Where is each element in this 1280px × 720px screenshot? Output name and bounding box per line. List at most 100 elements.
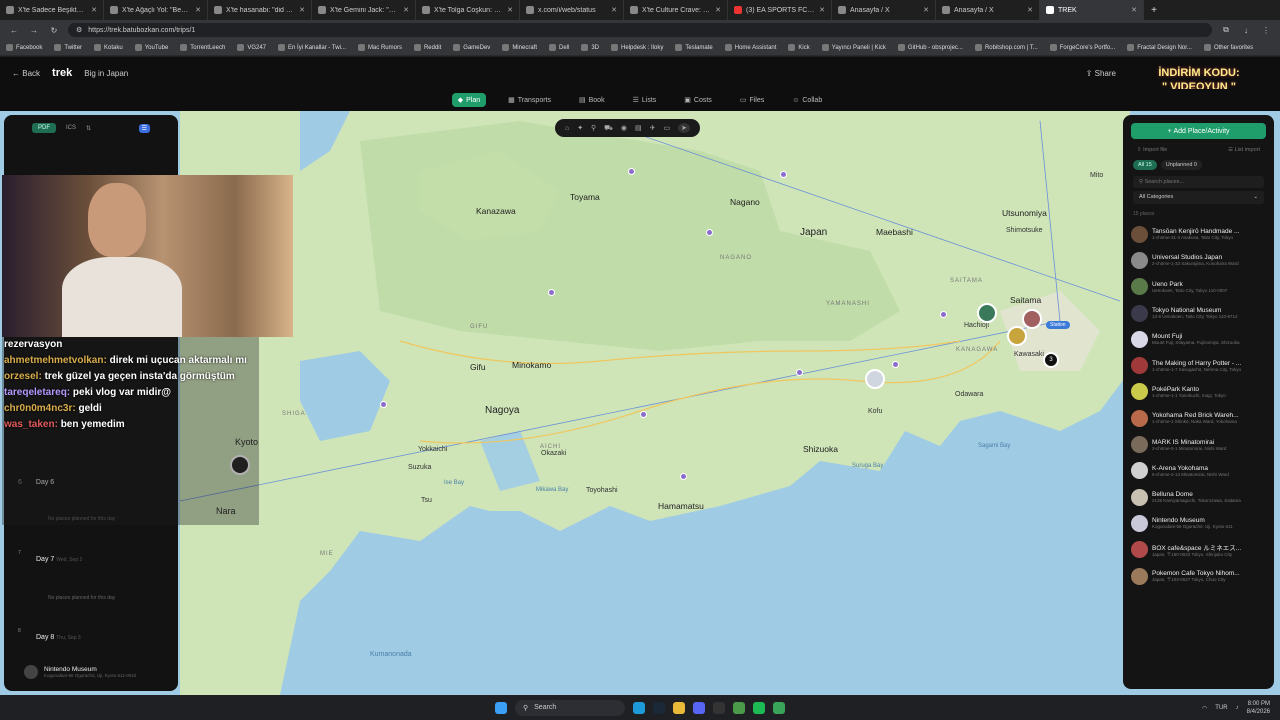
place-marker[interactable] bbox=[1007, 326, 1027, 346]
menu-icon[interactable]: ⋮ bbox=[1260, 26, 1272, 35]
list-import-button[interactable]: ☰ List import bbox=[1228, 147, 1260, 153]
station-badge[interactable]: Station bbox=[1046, 321, 1070, 329]
bookmark-item[interactable]: Mac Rumors bbox=[357, 44, 402, 51]
bookmark-item[interactable]: Kick bbox=[788, 44, 810, 51]
filter-unplanned[interactable]: Unplanned 0 bbox=[1160, 160, 1202, 170]
close-icon[interactable]: ✕ bbox=[611, 6, 617, 14]
spotify-icon[interactable] bbox=[753, 701, 765, 714]
bookmark-item[interactable]: Facebook bbox=[6, 44, 42, 51]
add-place-button[interactable]: + Add Place/Activity bbox=[1131, 123, 1266, 139]
sort-icon[interactable]: ⇅ bbox=[86, 125, 91, 132]
map-pin[interactable] bbox=[628, 168, 635, 175]
chrome-icon[interactable] bbox=[733, 701, 745, 714]
place-item[interactable]: BOX cafe&space ルミネエス... Japan, 〒160-0022 … bbox=[1123, 537, 1274, 563]
download-icon[interactable]: ↓ bbox=[1240, 26, 1252, 35]
wifi-icon[interactable]: ◠ bbox=[1202, 705, 1207, 712]
bookmark-item[interactable]: Teslamate bbox=[675, 44, 713, 51]
steam-icon[interactable] bbox=[653, 701, 665, 714]
place-item[interactable]: PokéPark Kanto 1-chōme-1-1 Yanokuchi, Ina… bbox=[1123, 379, 1274, 405]
browser-tab[interactable]: X'te Culture Crave: "Geo ✕ bbox=[624, 0, 728, 20]
map-pin[interactable] bbox=[680, 473, 687, 480]
filter-all[interactable]: All 15 bbox=[1133, 160, 1157, 170]
category-select[interactable]: All Categories ⌄ bbox=[1133, 191, 1264, 204]
discord-icon[interactable] bbox=[693, 701, 705, 714]
bookmark-item[interactable]: En İyi Kanallar - Twi... bbox=[278, 44, 346, 51]
close-icon[interactable]: ✕ bbox=[1131, 6, 1137, 14]
place-item[interactable]: Tokyo National Museum 13-9 Uenokoen, Tait… bbox=[1123, 300, 1274, 326]
close-icon[interactable]: ✕ bbox=[819, 6, 825, 14]
obs-icon[interactable] bbox=[713, 701, 725, 714]
close-icon[interactable]: ✕ bbox=[715, 6, 721, 14]
tab-plan[interactable]: ◆ Plan bbox=[451, 93, 487, 107]
share-button[interactable]: ⇪ Share bbox=[1086, 69, 1116, 78]
place-item[interactable]: Belluna Dome 2135 Kamiyamaguchi, Tokoroza… bbox=[1123, 484, 1274, 510]
bookmark-item[interactable]: GitHub - obsprojec... bbox=[897, 44, 963, 51]
camera-icon[interactable]: ◉ bbox=[621, 124, 627, 132]
ics-button[interactable]: ICS bbox=[66, 125, 76, 131]
plane-icon[interactable]: ✈ bbox=[650, 124, 656, 132]
day-row[interactable]: 8 Day 8 Thu, Sep 3 bbox=[18, 628, 81, 641]
itinerary-place[interactable]: Nintendo Museum Kogurudani-56 Ogurachō, U… bbox=[24, 665, 136, 679]
bookmark-item[interactable]: Other favorites bbox=[1203, 44, 1253, 51]
place-item[interactable]: K-Arena Yokohama 6-chōme-2-14 Minatomirai… bbox=[1123, 458, 1274, 484]
browser-tab[interactable]: X'te Ağaçlı Yol: "Beşiktaş, İlk✕ bbox=[104, 0, 208, 20]
bookmark-item[interactable]: Yayıncı Paneli | Kick bbox=[821, 44, 886, 51]
bed-icon[interactable]: ⌂ bbox=[565, 125, 569, 132]
map-pin[interactable] bbox=[640, 411, 647, 418]
place-item[interactable]: Mount Fuji Mount Fuji, Kitayama, Fujinomi… bbox=[1123, 326, 1274, 352]
windows-start-icon[interactable] bbox=[495, 701, 507, 714]
bookmark-item[interactable]: GameDev bbox=[453, 44, 490, 51]
place-item[interactable]: The Making of Harry Potter - ... 1-chōme-… bbox=[1123, 352, 1274, 378]
bookmark-item[interactable]: Twitter bbox=[54, 44, 82, 51]
bookmark-item[interactable]: Minecraft bbox=[502, 44, 537, 51]
place-item[interactable]: Ueno Park Uenokoen, Taito City, Tokyo 110… bbox=[1123, 274, 1274, 300]
place-item[interactable]: Pokemon Cafe Tokyo Nihom... Japan, 〒103-0… bbox=[1123, 563, 1274, 589]
browser-tab-active[interactable]: TREK ✕ bbox=[1040, 0, 1144, 20]
close-icon[interactable]: ✕ bbox=[403, 6, 409, 14]
folder-icon[interactable] bbox=[673, 701, 685, 714]
food-icon[interactable]: ✦ bbox=[577, 124, 583, 132]
search-places-input[interactable]: ⚲ Search places... bbox=[1133, 176, 1264, 188]
place-marker[interactable] bbox=[977, 303, 997, 323]
bookmark-item[interactable]: TorrentLeech bbox=[180, 44, 225, 51]
browser-tab[interactable]: X'te Gemini Jack: "@shinobi✕ bbox=[312, 0, 416, 20]
tab-files[interactable]: ▭ Files bbox=[734, 93, 770, 107]
car-icon[interactable]: ⛟ bbox=[604, 124, 613, 133]
tab-book[interactable]: ▤ Book bbox=[573, 93, 611, 107]
browser-tab[interactable]: X'te Tolga Coşkun: "Dün Ara✕ bbox=[416, 0, 520, 20]
map-pin[interactable] bbox=[892, 361, 899, 368]
close-icon[interactable]: ✕ bbox=[299, 6, 305, 14]
map-pin[interactable] bbox=[940, 311, 947, 318]
bookmark-item[interactable]: Fractal Design Nor... bbox=[1127, 44, 1192, 51]
map-pin[interactable] bbox=[548, 289, 555, 296]
cluster-marker[interactable]: 3 bbox=[1043, 352, 1059, 368]
back-button[interactable]: ← Back bbox=[12, 69, 40, 78]
close-icon[interactable]: ✕ bbox=[507, 6, 513, 14]
browser-tab[interactable]: Anasayfa / X ✕ bbox=[936, 0, 1040, 20]
map-pin[interactable] bbox=[796, 369, 803, 376]
tab-costs[interactable]: ▣ Costs bbox=[678, 93, 718, 107]
tab-lists[interactable]: ☰ Lists bbox=[627, 93, 663, 107]
forward-arrow-icon[interactable]: → bbox=[28, 26, 40, 35]
place-item[interactable]: Universal Studios Japan 2-chōme-1-33 Saku… bbox=[1123, 247, 1274, 273]
browser-tab[interactable]: (3) EA SPORTS FC 27 | Offici✕ bbox=[728, 0, 832, 20]
close-icon[interactable]: ✕ bbox=[923, 6, 929, 14]
browser-tab[interactable]: X'te Sadece Beşiktaş: " ✕ bbox=[0, 0, 104, 20]
trash-icon[interactable]: ▤ bbox=[635, 124, 642, 132]
taskbar-search[interactable]: ⚲ Search bbox=[515, 699, 625, 716]
pin-icon[interactable]: ⚲ bbox=[591, 124, 596, 132]
lang-indicator[interactable]: TUR bbox=[1215, 705, 1227, 711]
day-row[interactable]: 7 Day 7 Wed, Sep 2 bbox=[18, 550, 82, 563]
bookmark-item[interactable]: Home Assistant bbox=[724, 44, 776, 51]
map-pin[interactable] bbox=[380, 401, 387, 408]
new-tab-button[interactable]: + bbox=[1144, 5, 1164, 16]
edge-icon[interactable] bbox=[633, 701, 645, 714]
browser-tab[interactable]: x.com/i/web/status ✕ bbox=[520, 0, 624, 20]
bookmark-item[interactable]: Reddit bbox=[413, 44, 441, 51]
clock[interactable]: 8:00 PM 8/4/2026 bbox=[1247, 700, 1270, 716]
tab-collab[interactable]: ☺ Collab bbox=[786, 94, 828, 107]
close-icon[interactable]: ✕ bbox=[195, 6, 201, 14]
browser-tab[interactable]: Anasayfa / X ✕ bbox=[832, 0, 936, 20]
bookmark-item[interactable]: Kotaku bbox=[94, 44, 123, 51]
import-file-button[interactable]: ⇪ Import file bbox=[1137, 147, 1167, 153]
